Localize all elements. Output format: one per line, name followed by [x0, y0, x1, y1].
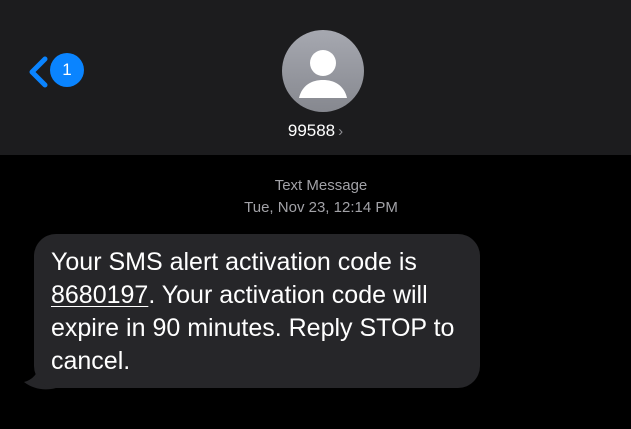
contact-name-row[interactable]: 99588 ›	[0, 118, 631, 144]
unread-count-badge: 1	[50, 53, 84, 87]
contact-name: 99588	[287, 121, 336, 140]
message-text-start: Your SMS alert activation code is	[51, 248, 417, 276]
person-silhouette-icon	[299, 50, 347, 98]
message-timestamp: Tue, Nov 23, 12:14 PM	[244, 199, 398, 216]
message-type-label: Text Message	[274, 177, 368, 194]
activation-code-link[interactable]: 8680197	[51, 281, 148, 309]
chevron-right-icon: ›	[338, 123, 344, 140]
contact-avatar[interactable]	[282, 30, 364, 112]
messages-screen: 1 99588 › Text Message Tue, Nov 23, 12:14…	[0, 0, 631, 429]
message-bubble[interactable]: Your SMS alert activation code is 868019…	[34, 234, 480, 388]
conversation-header: 1 99588 ›	[0, 0, 631, 155]
chevron-left-icon	[29, 56, 48, 88]
back-button[interactable]: 1	[26, 52, 96, 92]
